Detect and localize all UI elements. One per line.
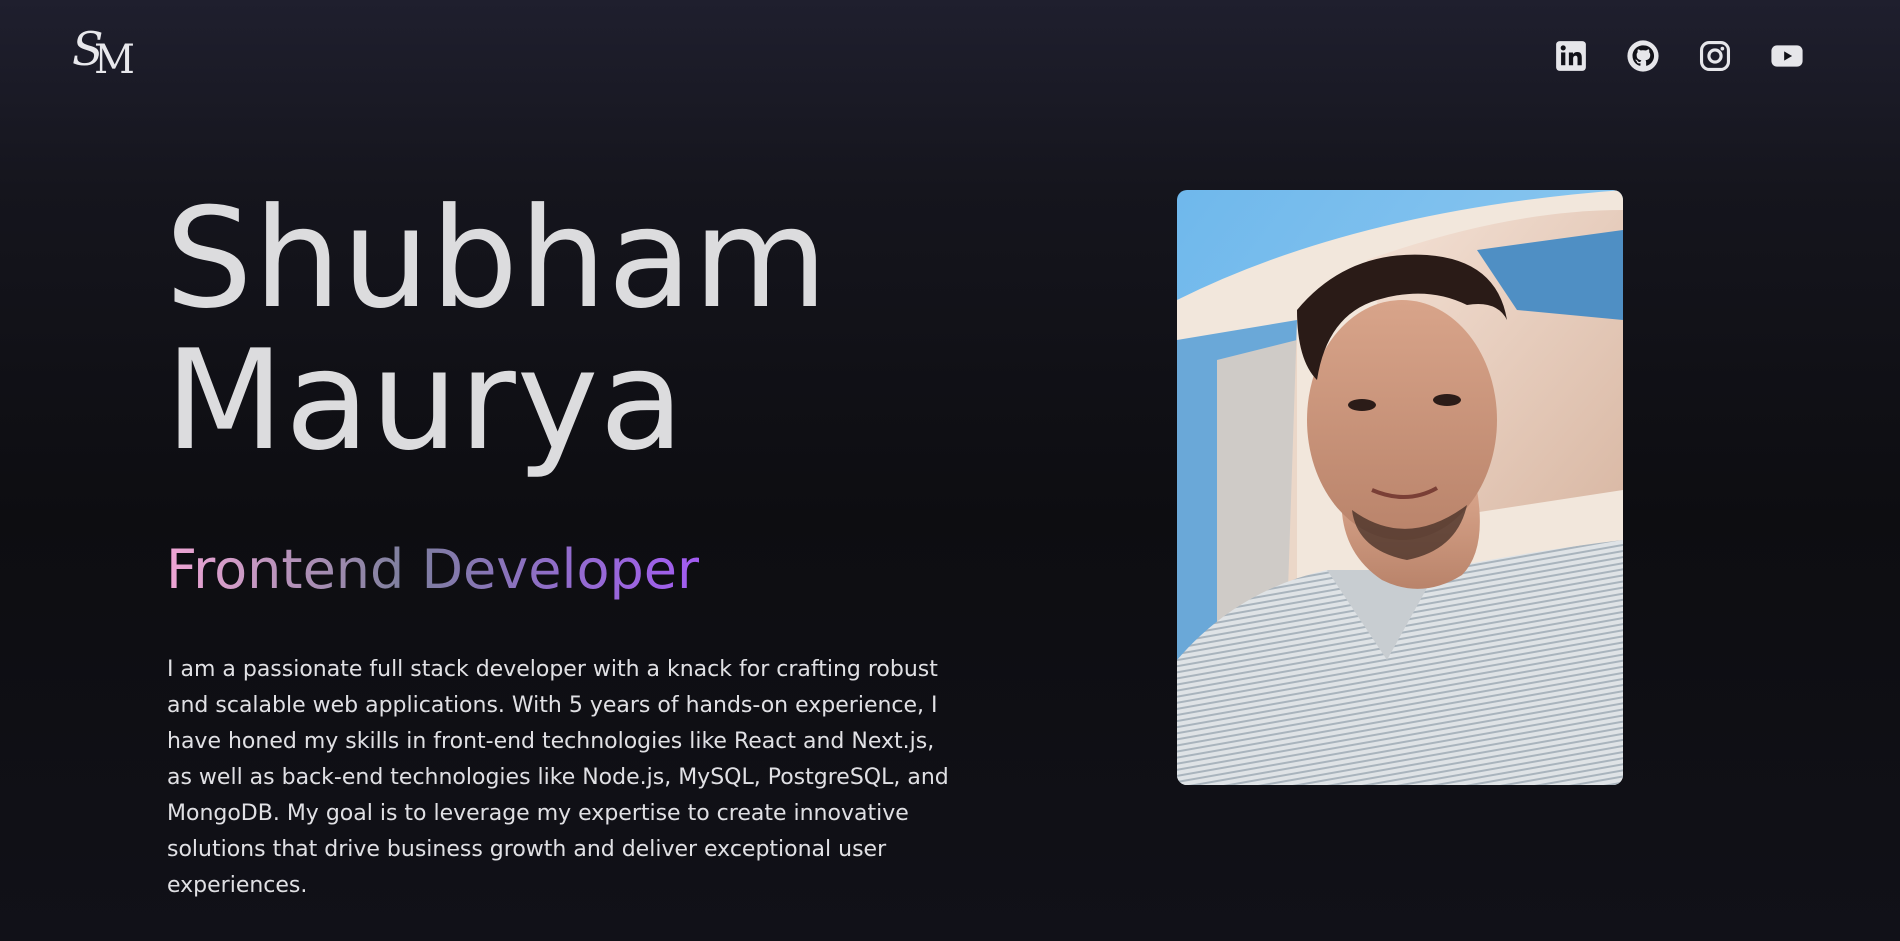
linkedin-icon xyxy=(1556,41,1586,71)
site-logo[interactable]: S M xyxy=(70,26,140,92)
logo-letter-m: M xyxy=(94,37,135,83)
hero-section: Shubham Maurya Frontend Developer I am a… xyxy=(0,0,1900,941)
github-link[interactable] xyxy=(1625,38,1661,74)
youtube-icon xyxy=(1771,45,1803,67)
linkedin-link[interactable] xyxy=(1553,38,1589,74)
hero-bio: I am a passionate full stack developer w… xyxy=(167,657,949,898)
social-links xyxy=(1553,38,1805,74)
instagram-icon xyxy=(1699,40,1731,72)
profile-photo xyxy=(1177,190,1623,785)
youtube-link[interactable] xyxy=(1769,38,1805,74)
profile-photo-image xyxy=(1177,190,1623,785)
site-header: S M xyxy=(0,0,1900,120)
github-icon xyxy=(1627,40,1659,72)
hero-first-name: Shubham xyxy=(165,178,829,339)
hero-role: Frontend Developer xyxy=(166,538,700,601)
hero-name: Shubham Maurya xyxy=(165,188,829,472)
instagram-link[interactable] xyxy=(1697,38,1733,74)
hero-last-name: Maurya xyxy=(165,320,686,481)
